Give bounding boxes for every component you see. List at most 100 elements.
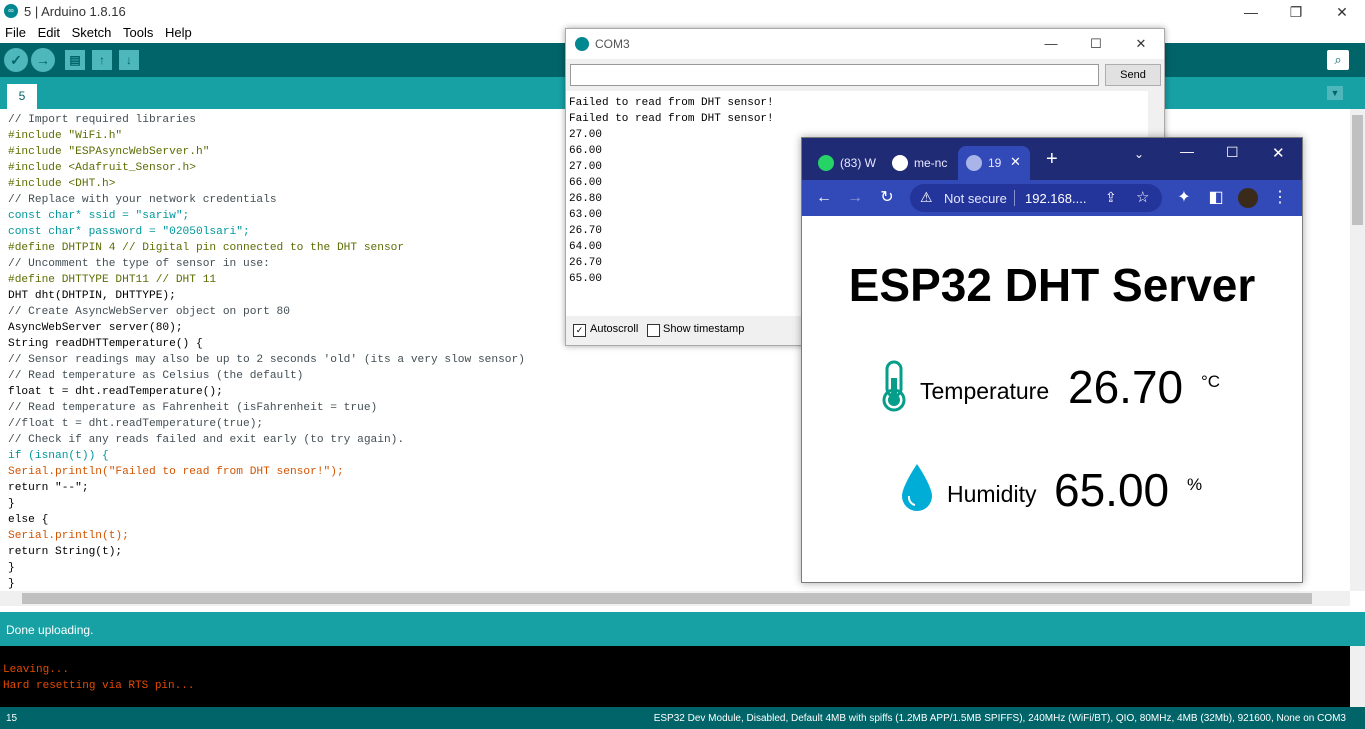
- code-line: const char* ssid = "sariw";: [8, 210, 190, 222]
- menu-file[interactable]: File: [2, 24, 29, 42]
- share-icon[interactable]: ⇪: [1105, 189, 1117, 206]
- humidity-unit: %: [1187, 475, 1203, 494]
- code-line: #define DHTPIN 4 // Digital pin connecte…: [8, 242, 405, 254]
- line-number: 15: [6, 713, 18, 724]
- code-line: AsyncWebServer server(80);: [8, 322, 183, 334]
- minimize-button[interactable]: —: [1180, 143, 1194, 159]
- temperature-unit: °C: [1201, 372, 1221, 391]
- browser-tab-active[interactable]: 19 ✕: [966, 148, 1026, 180]
- console-line: Hard resetting via RTS pin...: [3, 680, 195, 692]
- serial-monitor-title-bar: COM3 — ☐ ✕: [566, 29, 1164, 59]
- arduino-logo-icon: [575, 37, 589, 51]
- minimize-button[interactable]: —: [1028, 29, 1074, 59]
- reload-icon[interactable]: ↻: [877, 188, 897, 208]
- code-line: DHT dht(DHTPIN, DHTTYPE);: [8, 290, 176, 302]
- url-text: 192.168....: [1025, 191, 1087, 206]
- github-icon: [892, 155, 908, 171]
- code-line: // Read temperature as Fahrenheit (isFah…: [8, 402, 378, 414]
- code-line: return String(t);: [8, 546, 123, 558]
- tab-sketch-5[interactable]: 5: [7, 84, 37, 109]
- save-icon[interactable]: ↓: [119, 50, 139, 70]
- warning-icon: ⚠: [920, 189, 933, 205]
- code-line: // Create AsyncWebServer object on port …: [8, 306, 290, 318]
- arduino-logo-icon: ∞: [4, 4, 18, 18]
- maximize-button[interactable]: ☐: [1073, 29, 1119, 59]
- code-line: // Read temperature as Celsius (the defa…: [8, 370, 304, 382]
- serial-monitor-title: COM3: [595, 37, 630, 51]
- status-text: Done uploading.: [6, 623, 94, 637]
- thermometer-icon: [882, 360, 906, 412]
- editor-horizontal-scrollbar[interactable]: [0, 591, 1350, 606]
- more-menu-icon[interactable]: ⋮: [1270, 188, 1290, 208]
- code-line: Serial.println(t);: [8, 530, 129, 542]
- browser-tab-strip: (83) W me-nc 19 ✕ + ⌄ — ☐ ✕: [802, 138, 1302, 180]
- menu-sketch[interactable]: Sketch: [69, 24, 115, 42]
- send-button[interactable]: Send: [1105, 64, 1161, 86]
- console-line: Leaving...: [3, 664, 70, 676]
- minimize-button[interactable]: —: [1228, 0, 1274, 24]
- address-bar[interactable]: ⚠ Not secure 192.168.... ⇪ ☆: [910, 184, 1162, 212]
- window-title: 5 | Arduino 1.8.16: [24, 4, 126, 19]
- close-button[interactable]: ✕: [1319, 0, 1365, 24]
- code-line: if (isnan(t)) {: [8, 450, 109, 462]
- browser-tab-github[interactable]: me-nc: [892, 148, 952, 180]
- droplet-icon: [902, 464, 932, 511]
- humidity-value: 65.00: [1054, 464, 1170, 516]
- code-line: // Sensor readings may also be up to 2 s…: [8, 354, 525, 366]
- serial-input[interactable]: [570, 64, 1099, 86]
- extensions-puzzle-icon[interactable]: ✦: [1174, 188, 1194, 208]
- code-line: #include "ESPAsyncWebServer.h": [8, 146, 210, 158]
- close-button[interactable]: ✕: [1118, 29, 1164, 59]
- code-line: #include <Adafruit_Sensor.h>: [8, 162, 196, 174]
- globe-icon: [966, 155, 982, 171]
- browser-nav-bar: ← → ↻ ⚠ Not secure 192.168.... ⇪ ☆ ✦ ◧ ⋮: [802, 180, 1302, 216]
- code-line: }: [8, 498, 15, 510]
- web-page: ESP32 DHT Server Temperature 26.70 °C Hu…: [802, 216, 1302, 582]
- code-line: float t = dht.readTemperature();: [8, 386, 223, 398]
- code-line: const char* password = "02050lsari";: [8, 226, 250, 238]
- serial-line: Failed to read from DHT sensor!: [569, 113, 774, 125]
- avatar[interactable]: [1238, 188, 1258, 208]
- footer-bar: 15 ESP32 Dev Module, Disabled, Default 4…: [0, 707, 1365, 729]
- restore-button[interactable]: ❐: [1273, 0, 1319, 24]
- open-icon[interactable]: ↑: [92, 50, 112, 70]
- temperature-label: Temperature: [920, 378, 1050, 404]
- code-line: #define DHTTYPE DHT11 // DHT 11: [8, 274, 217, 286]
- show-timestamp-checkbox[interactable]: [647, 324, 660, 337]
- code-line: #include <DHT.h>: [8, 178, 116, 190]
- console-scrollbar[interactable]: [1350, 646, 1365, 707]
- code-line: // Import required libraries: [8, 114, 196, 126]
- page-title: ESP32 DHT Server: [848, 259, 1256, 311]
- console-output: Leaving... Hard resetting via RTS pin...: [0, 646, 1350, 707]
- maximize-button[interactable]: ☐: [1226, 144, 1239, 161]
- tab-search-chevron-down-icon[interactable]: ⌄: [1134, 147, 1144, 161]
- menu-tools[interactable]: Tools: [120, 24, 156, 42]
- close-button[interactable]: ✕: [1272, 144, 1285, 162]
- menu-edit[interactable]: Edit: [35, 24, 63, 42]
- back-arrow-icon[interactable]: ←: [814, 188, 834, 208]
- upload-icon[interactable]: →: [31, 48, 55, 72]
- verify-icon[interactable]: ✓: [4, 48, 28, 72]
- new-tab-icon[interactable]: +: [1046, 148, 1058, 171]
- serial-monitor-icon[interactable]: ⌕: [1327, 50, 1349, 70]
- humidity-label: Humidity: [947, 481, 1037, 507]
- code-line: return "--";: [8, 482, 89, 494]
- bookmark-star-icon[interactable]: ☆: [1136, 188, 1149, 206]
- code-line: // Check if any reads failed and exit ea…: [8, 434, 405, 446]
- show-timestamp-label: Show timestamp: [663, 323, 745, 335]
- code-line: }: [8, 578, 15, 590]
- menu-help[interactable]: Help: [162, 24, 195, 42]
- autoscroll-label: Autoscroll: [590, 323, 639, 335]
- code-line: //float t = dht.readTemperature(true);: [8, 418, 264, 430]
- new-icon[interactable]: ▤: [65, 50, 85, 70]
- code-line: else {: [8, 514, 49, 526]
- tab-close-icon[interactable]: ✕: [1010, 154, 1021, 170]
- temperature-value: 26.70: [1068, 361, 1184, 413]
- status-bar: Done uploading.: [0, 612, 1365, 646]
- browser-tab-whatsapp[interactable]: (83) W: [818, 148, 878, 180]
- autoscroll-checkbox[interactable]: ✓: [573, 324, 586, 337]
- tab-menu-chevron-down-icon[interactable]: ▼: [1327, 86, 1343, 100]
- editor-vertical-scrollbar[interactable]: [1350, 109, 1365, 591]
- side-panel-icon[interactable]: ◧: [1206, 188, 1226, 208]
- forward-arrow-icon[interactable]: →: [845, 188, 865, 208]
